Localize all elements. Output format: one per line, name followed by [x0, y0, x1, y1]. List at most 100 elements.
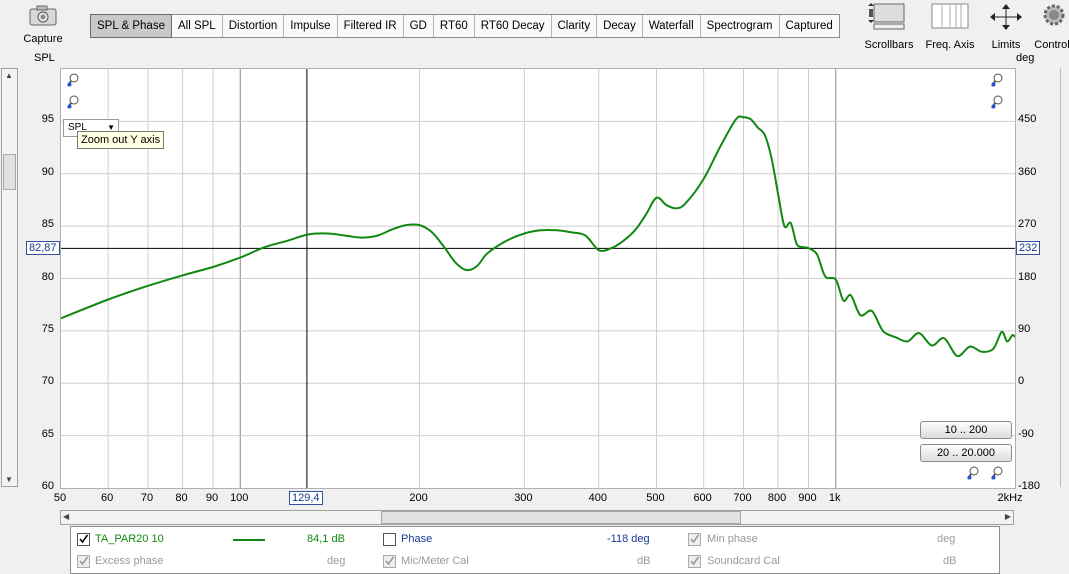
y-tick-label: 65 — [41, 427, 54, 440]
horizontal-scroll-thumb[interactable] — [381, 511, 741, 524]
left-axis-unit: SPL — [34, 52, 55, 64]
zoom-in-x-icon[interactable] — [967, 466, 981, 480]
trace-line-swatch — [233, 539, 265, 541]
right-edge-strip — [1060, 68, 1069, 487]
spl-phase-graph[interactable] — [61, 69, 1015, 488]
y-tick-label: 90 — [41, 165, 54, 178]
mic-cal-label: Mic/Meter Cal — [401, 555, 469, 567]
tab-clarity[interactable]: Clarity — [552, 15, 598, 37]
limits-button[interactable]: Limits — [984, 2, 1028, 51]
zoom-out-y-icon[interactable] — [67, 95, 81, 109]
checkmark-icon — [79, 556, 89, 566]
x-tick-label: 400 — [588, 492, 607, 504]
tooltip: Zoom out Y axis — [77, 131, 165, 149]
tab-spl-phase[interactable]: SPL & Phase — [90, 14, 172, 38]
tab-filtered-ir[interactable]: Filtered IR — [338, 15, 404, 37]
limits-arrows-icon — [990, 4, 1022, 30]
limits-label: Limits — [991, 39, 1021, 51]
vertical-scroll-thumb[interactable] — [3, 154, 16, 190]
trace-name: TA_PAR20 10 — [95, 533, 164, 545]
checkmark-icon — [690, 534, 700, 544]
tab-bar: SPL & Phase All SPL Distortion Impulse Filte… — [90, 14, 840, 38]
zoom-out-phase-icon[interactable] — [991, 95, 1005, 109]
trace-checkbox[interactable] — [77, 533, 90, 546]
scrollbars-icon — [868, 3, 905, 30]
mic-cal-unit: dB — [637, 555, 651, 567]
tab-waterfall[interactable]: Waterfall — [643, 15, 701, 37]
zoom-in-phase-icon[interactable] — [991, 73, 1005, 87]
phase-tick-label: 0 — [1018, 375, 1025, 388]
camera-icon — [29, 5, 57, 26]
range-10-200-button[interactable]: 10 .. 200 — [920, 421, 1012, 439]
tab-distortion[interactable]: Distortion — [223, 15, 285, 37]
tab-impulse[interactable]: Impulse — [284, 15, 338, 37]
soundcard-cal-checkbox[interactable] — [688, 555, 701, 568]
scroll-left-arrow-icon[interactable]: ◀ — [63, 512, 69, 521]
scroll-right-arrow-icon[interactable]: ▶ — [1005, 512, 1011, 521]
tab-rt60[interactable]: RT60 — [434, 15, 475, 37]
tab-gd[interactable]: GD — [404, 15, 434, 37]
right-axis-unit: deg — [1016, 52, 1035, 64]
freq-axis-button[interactable]: Freq. Axis — [922, 2, 978, 51]
cursor-phase-value: 232 — [1016, 241, 1041, 255]
vertical-scrollbar[interactable]: ▲ ▼ — [1, 68, 18, 487]
y-tick-label: 60 — [41, 480, 54, 492]
x-tick-label: 300 — [514, 492, 533, 504]
phase-checkbox[interactable] — [383, 533, 396, 546]
excess-phase-unit: deg — [327, 555, 346, 567]
x-tick-label: 1k — [828, 492, 841, 504]
legend-panel: TA_PAR20 10 84,1 dB Phase -118 deg Min p… — [70, 526, 1000, 574]
scrollbars-label: Scrollbars — [864, 39, 914, 51]
x-tick-label: 200 — [409, 492, 428, 504]
tab-decay[interactable]: Decay — [597, 15, 643, 37]
min-phase-label: Min phase — [707, 533, 758, 545]
phase-tick-label: -180 — [1018, 480, 1041, 492]
phase-label: Phase — [401, 533, 433, 545]
soundcard-cal-unit: dB — [943, 555, 957, 567]
scroll-down-arrow-icon[interactable]: ▼ — [5, 475, 13, 484]
zoom-out-x-icon[interactable] — [991, 466, 1005, 480]
capture-label: Capture — [23, 33, 63, 45]
phase-tick-label: 360 — [1018, 165, 1037, 178]
y-tick-label: 80 — [41, 270, 54, 283]
checkmark-icon — [79, 534, 89, 544]
gear-icon — [1043, 4, 1065, 26]
phase-value: -118 deg — [607, 533, 650, 545]
zoom-in-y-icon[interactable] — [67, 73, 81, 87]
min-phase-unit: deg — [937, 533, 956, 545]
phase-tick-label: 180 — [1018, 270, 1037, 283]
x-tick-label: 50 — [53, 492, 67, 504]
scroll-up-arrow-icon[interactable]: ▲ — [5, 71, 13, 80]
excess-phase-checkbox[interactable] — [77, 555, 90, 568]
tab-rt60-decay[interactable]: RT60 Decay — [475, 15, 552, 37]
x-tick-label: 100 — [230, 492, 249, 504]
scrollbars-button[interactable]: Scrollbars — [862, 2, 916, 51]
x-tick-label: 2kHz — [997, 492, 1023, 504]
tab-spectrogram[interactable]: Spectrogram — [701, 15, 780, 37]
range-20-20000-button[interactable]: 20 .. 20.000 — [920, 444, 1012, 462]
freq-axis-label: Freq. Axis — [925, 39, 975, 51]
cursor-y-value: 82,87 — [26, 241, 60, 255]
capture-button[interactable]: Capture — [20, 4, 66, 45]
x-tick-label: 600 — [693, 492, 712, 504]
phase-tick-label: -90 — [1018, 427, 1034, 440]
trace-value: 84,1 dB — [307, 533, 345, 545]
y-tick-label: 85 — [41, 218, 54, 231]
phase-tick-label: 90 — [1018, 322, 1031, 335]
tab-captured[interactable]: Captured — [780, 15, 839, 37]
horizontal-scrollbar[interactable]: ◀ ▶ — [60, 510, 1014, 525]
y-tick-label: 75 — [41, 322, 54, 335]
checkmark-icon — [690, 556, 700, 566]
controls-button[interactable]: Control — [1032, 2, 1069, 51]
min-phase-checkbox[interactable] — [688, 533, 701, 546]
phase-tick-label: 270 — [1018, 218, 1037, 231]
y-tick-label: 95 — [41, 113, 54, 126]
spl-trace-line — [61, 115, 1015, 358]
mic-cal-checkbox[interactable] — [383, 555, 396, 568]
soundcard-cal-label: Soundcard Cal — [707, 555, 780, 567]
phase-tick-label: 450 — [1018, 113, 1037, 126]
y-tick-label: 70 — [41, 375, 54, 388]
controls-label: Control — [1034, 39, 1069, 51]
plot-area[interactable]: SPL ▼ Zoom out Y axis 10 .. 200 20 .. 20… — [60, 68, 1016, 489]
tab-all-spl[interactable]: All SPL — [172, 15, 223, 37]
